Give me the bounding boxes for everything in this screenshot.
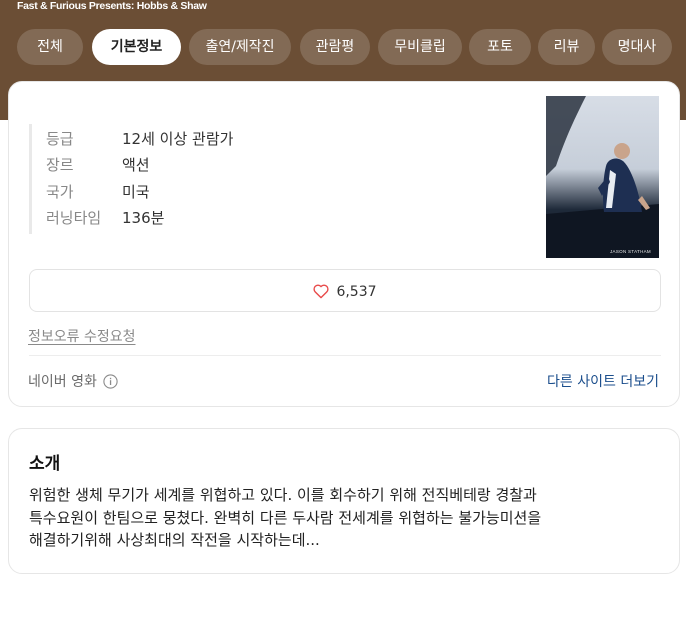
info-key: 국가 (46, 183, 74, 201)
info-key: 등급 (46, 130, 74, 148)
tab-movie-clips[interactable]: 무비클립 (378, 29, 462, 65)
info-table: 등급 12세 이상 관람가 장르 액션 국가 미국 러닝타임 136분 (29, 124, 309, 234)
synopsis-line: 특수요원이 한팀으로 뭉쳤다. 완벽히 다른 두사람 전세계를 위협하는 불가능… (29, 508, 542, 527)
tab-all[interactable]: 전체 (17, 29, 83, 65)
info-key: 장르 (46, 156, 74, 174)
like-button[interactable]: 6,537 (29, 269, 661, 312)
report-error-link[interactable]: 정보오류 수정요청 (28, 326, 136, 346)
synopsis-card: 소개 위험한 생체 무기가 세계를 위협하고 있다. 이를 회수하기 위해 전직… (8, 428, 680, 574)
divider (29, 355, 661, 356)
more-sites-link[interactable]: 다른 사이트 더보기 (547, 371, 659, 391)
poster-artwork (546, 96, 659, 258)
synopsis-line: 위험한 생체 무기가 세계를 위협하고 있다. 이를 회수하기 위해 전직베테랑… (29, 486, 537, 504)
tab-review-articles[interactable]: 리뷰 (538, 29, 595, 65)
info-circle-icon[interactable] (103, 373, 118, 389)
tab-basic-info[interactable]: 기본정보 (92, 29, 181, 65)
movie-poster[interactable]: JASON STATHAM (546, 96, 659, 258)
poster-caption: JASON STATHAM (610, 249, 651, 254)
source-name: 네이버 영화 (28, 374, 97, 390)
info-value: 미국 (122, 183, 150, 201)
tab-cast-crew[interactable]: 출연/제작진 (189, 29, 291, 65)
like-count: 6,537 (336, 283, 377, 300)
info-key: 러닝타임 (46, 209, 102, 227)
synopsis-line: 해결하기위해 사상최대의 작전을 시작하는데... (29, 531, 320, 549)
source-label: 네이버 영화 (28, 371, 118, 391)
synopsis-text: 위험한 생체 무기가 세계를 위협하고 있다. 이를 회수하기 위해 전직베테랑… (29, 484, 661, 552)
info-value: 액션 (122, 156, 150, 174)
tab-quotes[interactable]: 명대사 (602, 29, 672, 65)
info-value: 136분 (122, 209, 165, 227)
movie-title: Fast & Furious Presents: Hobbs & Shaw (17, 0, 207, 12)
synopsis-title: 소개 (29, 454, 61, 474)
basic-info-card: 등급 12세 이상 관람가 장르 액션 국가 미국 러닝타임 136분 JASO… (8, 81, 680, 407)
tab-reviews[interactable]: 관람평 (300, 29, 370, 65)
info-value: 12세 이상 관람가 (122, 130, 234, 148)
heart-outline-icon (313, 284, 330, 299)
tab-photos[interactable]: 포토 (469, 29, 531, 65)
